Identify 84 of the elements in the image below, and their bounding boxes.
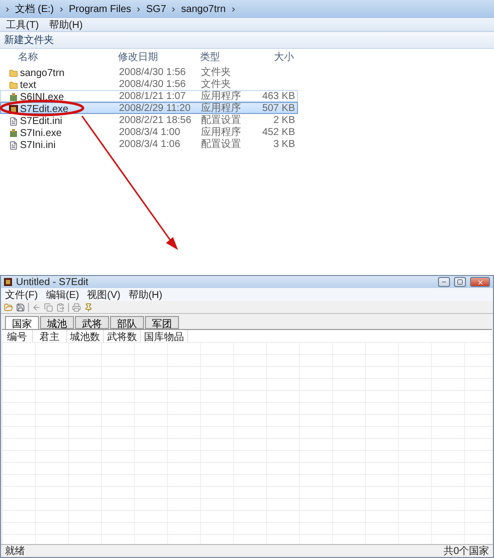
- program-icon: [9, 128, 18, 138]
- arrow-left-icon[interactable]: [32, 302, 41, 312]
- chevron-icon: [4, 6, 11, 12]
- chevron-icon: [58, 6, 65, 12]
- file-type: 应用程序: [201, 127, 242, 138]
- close-button[interactable]: [470, 277, 490, 287]
- file-size: 2 KB: [272, 115, 295, 127]
- paste-icon[interactable]: [56, 302, 65, 312]
- maximize-icon: [457, 279, 463, 285]
- open-folder-icon[interactable]: [4, 302, 13, 312]
- column-header[interactable]: 名称: [8, 50, 118, 64]
- file-type: 配置设置: [201, 139, 242, 151]
- file-type: 文件夹: [201, 79, 232, 90]
- menu-item[interactable]: 视图(V): [87, 288, 120, 302]
- column-header[interactable]: 修改日期: [118, 50, 200, 64]
- chevron-icon: [170, 6, 178, 12]
- file-row[interactable]: S7Edit.exe 2008/2/29 11:20 应用程序 507 KB: [0, 102, 298, 114]
- file-type: 文件夹: [201, 67, 232, 78]
- minimize-icon: [441, 279, 447, 285]
- tab[interactable]: 军团: [145, 316, 179, 329]
- modified-date: 2008/2/29 11:20: [119, 103, 192, 115]
- chevron-icon: [135, 6, 142, 12]
- chevron-icon: [230, 6, 237, 12]
- tab[interactable]: 武将: [75, 316, 109, 329]
- file-name: S6INI.exe: [20, 92, 64, 102]
- menu-item[interactable]: 工具(T): [6, 18, 39, 32]
- file-name: S7Ini.exe: [20, 128, 62, 138]
- column-header[interactable]: 大小: [250, 50, 294, 64]
- folder-icon: [9, 68, 18, 78]
- menu-item[interactable]: 编辑(E): [46, 288, 80, 302]
- menu-item[interactable]: 文件(F): [5, 288, 38, 302]
- file-type: 应用程序: [201, 103, 242, 114]
- file-row[interactable]: S7Ini.ini 2008/3/4 1:06 配置设置 3 KB: [0, 138, 298, 150]
- modified-date: 2008/2/21 18:56: [119, 115, 192, 127]
- status-count: 共0个国家: [443, 544, 489, 558]
- breadcrumb-item[interactable]: Program Files: [68, 4, 132, 14]
- file-type: 配置设置: [201, 115, 242, 126]
- maximize-button[interactable]: [454, 277, 466, 287]
- file-row[interactable]: sango7trn 2008/4/30 1:56 文件夹: [0, 66, 298, 78]
- column-header[interactable]: 类型: [200, 50, 250, 64]
- file-name: S7Edit.ini: [20, 116, 62, 126]
- modified-date: 2008/3/4 1:00: [119, 127, 182, 139]
- file-size: 3 KB: [272, 139, 295, 151]
- modified-date: 2008/3/4 1:06: [119, 139, 182, 151]
- file-row[interactable]: S7Ini.exe 2008/3/4 1:00 应用程序 452 KB: [0, 126, 298, 138]
- address-bar[interactable]: 文档 (E:) Program Files SG7 sango7trn: [0, 0, 494, 18]
- status-text: 就绪: [5, 544, 25, 558]
- settings-file-icon: [9, 116, 18, 126]
- breadcrumb-item[interactable]: sango7trn: [181, 4, 226, 14]
- file-name: S7Edit.exe: [20, 104, 68, 114]
- window-title: Untitled - S7Edit: [16, 276, 90, 288]
- column-header[interactable]: 城池数: [67, 330, 104, 342]
- file-row[interactable]: S6INI.exe 2008/1/21 1:07 应用程序 463 KB: [0, 90, 298, 102]
- program-icon: [9, 92, 18, 102]
- menu-item[interactable]: 帮助(H): [48, 18, 83, 32]
- breadcrumb-item[interactable]: SG7: [146, 4, 166, 14]
- menu-item[interactable]: 帮助(H): [128, 288, 162, 302]
- settings-file-icon: [9, 140, 18, 150]
- close-icon: [476, 278, 484, 286]
- column-header[interactable]: 武将数: [104, 330, 141, 342]
- file-row[interactable]: S7Edit.ini 2008/2/21 18:56 配置设置 2 KB: [0, 114, 298, 126]
- save-icon[interactable]: [16, 302, 25, 312]
- file-row[interactable]: text 2008/4/30 1:56 文件夹: [0, 78, 298, 90]
- tab[interactable]: 部队: [110, 316, 144, 329]
- app-icon: [4, 278, 12, 286]
- modified-date: 2008/4/30 1:56: [119, 67, 187, 79]
- tab[interactable]: 城池: [40, 316, 74, 329]
- breadcrumb-item[interactable]: 文档 (E:): [15, 2, 54, 16]
- file-name: S7Ini.ini: [20, 140, 56, 150]
- minimize-button[interactable]: [438, 277, 450, 287]
- new-folder-button[interactable]: 新建文件夹: [2, 33, 56, 47]
- printer-icon[interactable]: [72, 302, 81, 312]
- modified-date: 2008/1/21 1:07: [119, 91, 187, 103]
- pin-icon[interactable]: [84, 302, 93, 312]
- file-size: 452 KB: [261, 127, 295, 139]
- modified-date: 2008/4/30 1:56: [119, 79, 187, 91]
- file-size: 463 KB: [261, 91, 295, 103]
- file-size: 507 KB: [261, 103, 295, 115]
- copy-icon[interactable]: [44, 302, 53, 312]
- file-name: sango7trn: [20, 68, 64, 78]
- folder-icon: [9, 80, 18, 90]
- tab[interactable]: 国家: [5, 316, 39, 329]
- file-type: 应用程序: [201, 91, 242, 102]
- file-name: text: [20, 80, 36, 90]
